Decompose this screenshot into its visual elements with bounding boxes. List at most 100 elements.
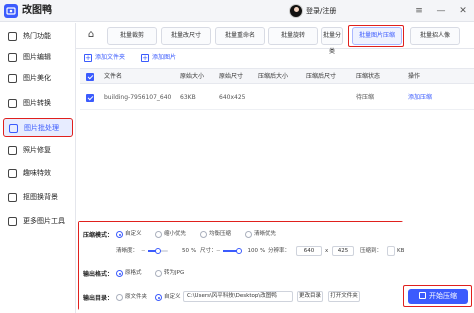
output-path-field[interactable]: C:\Users\风平科技\Desktop\改图鸭 bbox=[183, 291, 293, 302]
clarity-value: 50 bbox=[182, 248, 189, 254]
add-folder-button[interactable]: + 添加文件夹 bbox=[84, 53, 125, 62]
sidebar-item-tools[interactable]: 更多图片工具 bbox=[3, 212, 73, 231]
highlight-box-tab bbox=[348, 25, 404, 47]
compress-icon bbox=[419, 292, 426, 299]
sidebar-item-edit[interactable]: 图片编辑 bbox=[3, 48, 73, 67]
sidebar-item-beautify[interactable]: 图片美化 bbox=[3, 69, 73, 88]
add-folder-label: 添加文件夹 bbox=[95, 54, 126, 61]
col-new-size: 压缩后大小 bbox=[258, 73, 289, 80]
clarity-percent: % bbox=[191, 248, 197, 254]
repair-icon bbox=[8, 146, 17, 155]
mode-label: 压缩模式： bbox=[83, 232, 114, 239]
clarity-label: 清晰度： bbox=[116, 248, 139, 254]
app-logo-icon bbox=[4, 4, 18, 18]
tab-batch-crop[interactable]: 批量裁剪 bbox=[107, 27, 157, 45]
minimize-icon[interactable]: — bbox=[434, 4, 448, 18]
mode-radio-small[interactable] bbox=[155, 231, 162, 238]
sidebar-item-convert[interactable]: 图片转换 bbox=[3, 94, 73, 113]
dir-radio-custom[interactable] bbox=[155, 294, 162, 301]
times-sign: x bbox=[325, 248, 329, 254]
format-radio-jpg[interactable] bbox=[155, 270, 162, 277]
clarity-slider[interactable] bbox=[148, 248, 168, 254]
row-status: 待压缩 bbox=[356, 94, 375, 101]
col-dims: 原始尺寸 bbox=[219, 73, 244, 80]
clarity-knob[interactable] bbox=[155, 248, 161, 254]
format-option-label: 原格式 bbox=[125, 270, 142, 276]
format-radio-original[interactable] bbox=[116, 270, 123, 277]
sidebar-item-cutout[interactable]: 抠图换背景 bbox=[3, 188, 73, 207]
menu-icon[interactable]: ≡ bbox=[412, 4, 426, 18]
select-all-checkbox[interactable] bbox=[86, 73, 94, 81]
sidebar-item-label: 图片编辑 bbox=[23, 53, 51, 61]
dir-option-label: 原文件夹 bbox=[125, 294, 148, 300]
tab-batch-resize[interactable]: 批量改尺寸 bbox=[161, 27, 211, 45]
beautify-icon bbox=[8, 74, 17, 83]
row-compress-link[interactable]: 添加压缩 bbox=[408, 86, 432, 110]
tab-batch-rename[interactable]: 批量重命名 bbox=[215, 27, 265, 45]
sidebar-item-effects[interactable]: 趣味特效 bbox=[3, 164, 73, 183]
sidebar-item-label: 照片修复 bbox=[23, 146, 51, 154]
login-link[interactable]: 登录/注册 bbox=[306, 4, 336, 18]
table-row[interactable]: building-7956107_640 63KB 640x425 待压缩 添加… bbox=[80, 86, 474, 110]
close-icon[interactable]: ✕ bbox=[456, 4, 470, 18]
settings-panel: 压缩模式： 自定义 缩小优先 均衡压缩 清晰优先 清晰度： − 50 % 尺寸：… bbox=[79, 222, 405, 310]
row-checkbox[interactable] bbox=[86, 94, 94, 102]
start-compress-button[interactable]: 开始压缩 bbox=[408, 289, 468, 304]
sidebar-item-hot[interactable]: 热门功能 bbox=[3, 27, 73, 46]
cutout-icon bbox=[8, 193, 17, 202]
sidebar-item-label: 图片转换 bbox=[23, 99, 51, 107]
sidebar-item-label: 趣味特效 bbox=[23, 169, 51, 177]
dir-radio-original[interactable] bbox=[116, 294, 123, 301]
start-label: 开始压缩 bbox=[429, 292, 457, 300]
sidebar-item-repair[interactable]: 照片修复 bbox=[3, 141, 73, 160]
format-option-label: 转为JPG bbox=[164, 270, 185, 276]
clarity-minus-icon[interactable]: − bbox=[141, 247, 146, 255]
size-percent: % bbox=[260, 248, 266, 254]
tab-bar: ⌂ 批量裁剪 批量改尺寸 批量重命名 批量旋转 批量分类 批量图片压缩 批量招人… bbox=[76, 23, 474, 55]
plus-icon: + bbox=[84, 53, 92, 62]
filesize-label: 压缩到： bbox=[360, 248, 383, 254]
title-bar: 改图鸭 登录/注册 ≡ — ✕ bbox=[0, 0, 474, 22]
tab-batch-rotate[interactable]: 批量旋转 bbox=[268, 27, 318, 45]
sidebar-item-label: 图片批处理 bbox=[24, 124, 59, 132]
size-value: 100 bbox=[247, 248, 259, 254]
dir-label: 输出目录： bbox=[83, 295, 114, 302]
app-title: 改图鸭 bbox=[22, 5, 52, 16]
sidebar-item-label: 抠图换背景 bbox=[23, 193, 58, 201]
resolution-label: 分辨率： bbox=[268, 248, 291, 254]
table-header: 文件名 原始大小 原始尺寸 压缩后大小 压缩后尺寸 压缩状态 操作 bbox=[80, 68, 474, 84]
tools-icon bbox=[8, 217, 17, 226]
sidebar-item-batch[interactable]: 图片批处理 bbox=[3, 118, 73, 137]
mode-option-label: 清晰优先 bbox=[254, 231, 277, 237]
batch-icon bbox=[9, 124, 18, 133]
row-filename: building-7956107_640 bbox=[104, 94, 172, 101]
open-folder-button[interactable]: 打开文件夹 bbox=[328, 291, 360, 302]
size-knob[interactable] bbox=[236, 248, 242, 254]
sidebar-item-label: 热门功能 bbox=[23, 32, 51, 40]
avatar[interactable] bbox=[289, 4, 303, 18]
tab-batch-portrait[interactable]: 批量招人像 bbox=[410, 27, 460, 45]
mode-option-label: 均衡压缩 bbox=[209, 231, 232, 237]
filesize-field[interactable] bbox=[387, 246, 395, 256]
mode-radio-balanced[interactable] bbox=[200, 231, 207, 238]
size-minus-icon[interactable]: − bbox=[216, 247, 221, 255]
col-size: 原始大小 bbox=[180, 73, 205, 80]
sidebar-item-label: 更多图片工具 bbox=[23, 217, 65, 225]
height-field[interactable]: 425 bbox=[332, 246, 354, 256]
filesize-unit: KB bbox=[397, 248, 405, 254]
width-field[interactable]: 640 bbox=[296, 246, 322, 256]
change-dir-button[interactable]: 更改目录 bbox=[297, 291, 323, 302]
row-size: 63KB bbox=[180, 94, 196, 101]
mode-radio-clear[interactable] bbox=[245, 231, 252, 238]
mode-option-label: 缩小优先 bbox=[164, 231, 187, 237]
mode-radio-custom[interactable] bbox=[116, 231, 123, 238]
home-icon[interactable]: ⌂ bbox=[85, 29, 97, 41]
tab-batch-classify[interactable]: 批量分类 bbox=[321, 27, 343, 55]
dir-option-label: 自定义 bbox=[164, 294, 181, 300]
size-slider[interactable] bbox=[223, 248, 242, 254]
col-action: 操作 bbox=[408, 73, 421, 80]
sidebar: 热门功能 图片编辑 图片美化 图片转换 图片批处理 照片修复 趣味特效 抠图换背… bbox=[0, 23, 76, 313]
mode-option-label: 自定义 bbox=[125, 231, 142, 237]
convert-icon bbox=[8, 99, 17, 108]
add-image-button[interactable]: + 添加图片 bbox=[141, 53, 176, 62]
